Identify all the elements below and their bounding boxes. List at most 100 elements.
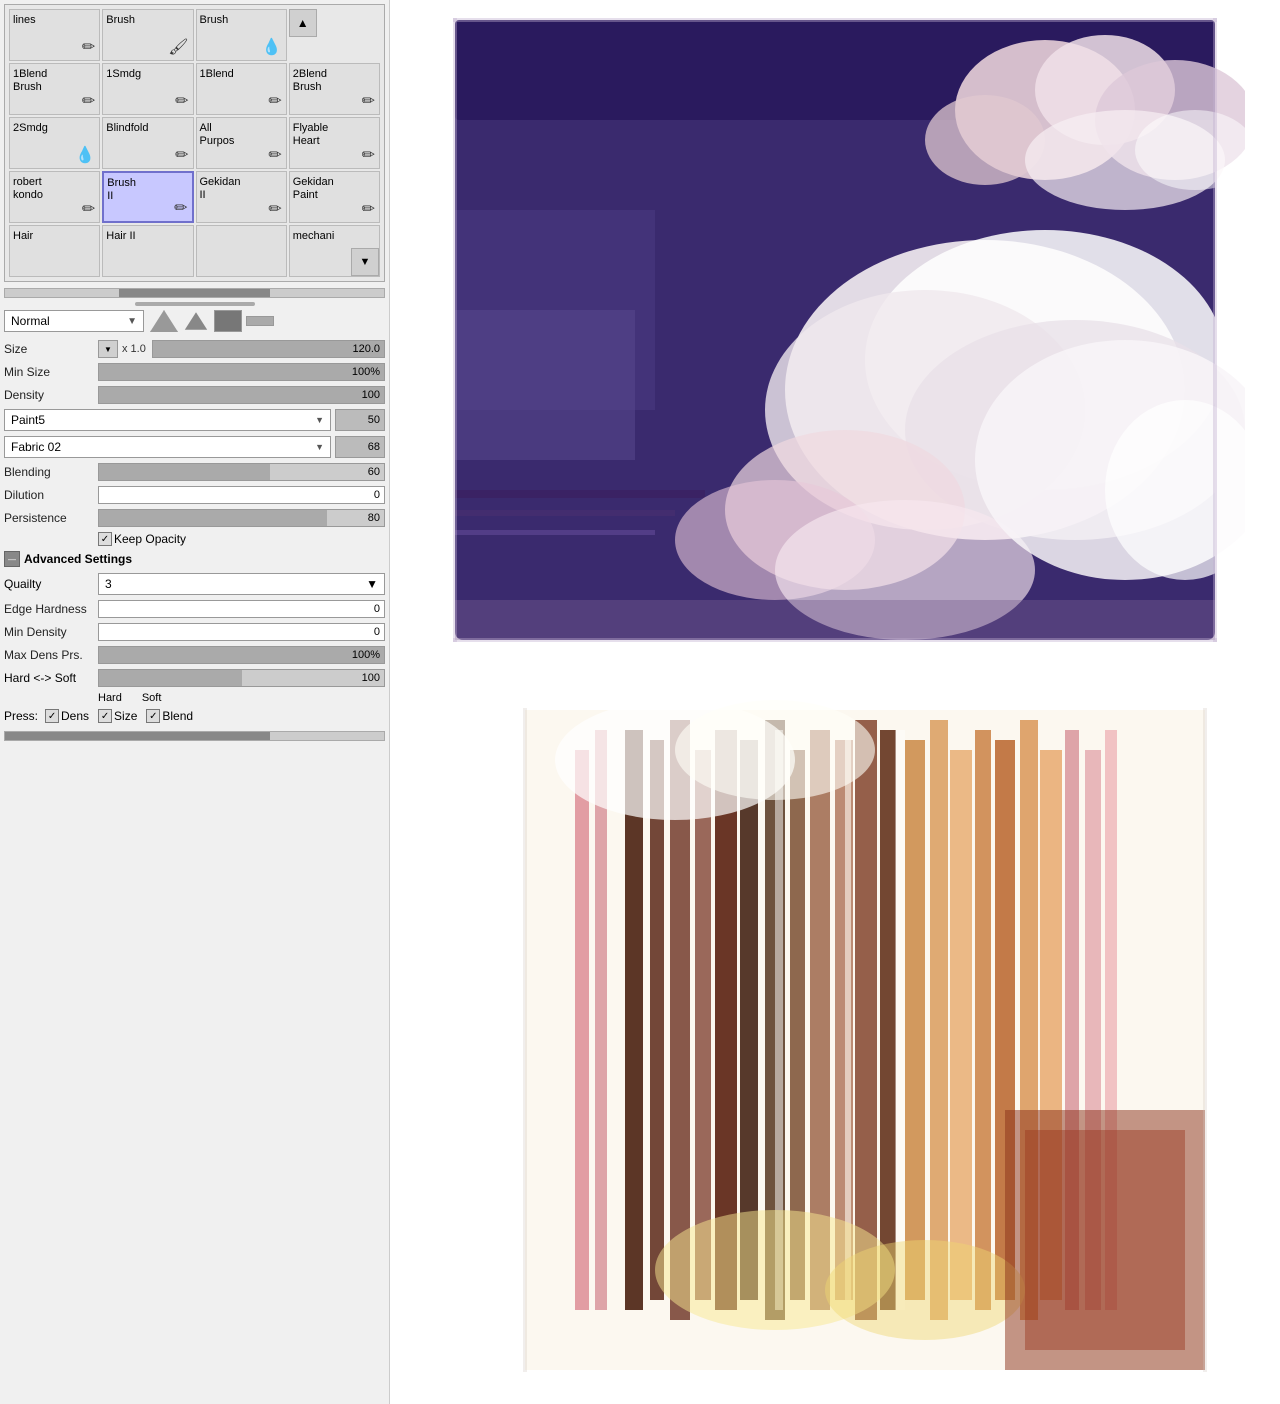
hard-soft-slider[interactable]: 100 <box>98 669 385 687</box>
brush-settings-panel: lines ✏ Brush 🖌 Brush 💧 ▲ 1BlendBrush ✏ … <box>0 0 390 1404</box>
dilution-label: Dilution <box>4 488 94 502</box>
brush-grid-hscrollbar[interactable] <box>4 288 385 298</box>
blending-value: 60 <box>368 466 380 478</box>
brush-item-1blend[interactable]: 1Blend ✏ <box>196 63 287 115</box>
min-size-slider[interactable]: 100% <box>98 363 385 381</box>
panel-hscrollbar[interactable] <box>4 731 385 741</box>
blending-slider[interactable]: 60 <box>98 463 385 481</box>
min-size-row: Min Size 100% <box>4 363 385 381</box>
divider <box>4 302 385 306</box>
brush-icon-robert-kondo: ✏ <box>82 199 95 219</box>
tip-shape-soft[interactable] <box>150 310 178 332</box>
soft-label: Soft <box>142 692 162 704</box>
brush-item-blindfold[interactable]: Blindfold ✏ <box>102 117 193 169</box>
min-density-value: 0 <box>374 626 380 638</box>
dilution-slider[interactable]: 0 <box>98 486 385 504</box>
texture1-arrow: ▼ <box>315 415 324 425</box>
brush-item-robert-kondo[interactable]: robertkondo ✏ <box>9 171 100 223</box>
press-size-label: Size <box>114 709 137 723</box>
brush-icon-gekidan-paint: ✏ <box>362 199 375 219</box>
press-size-check: ✓ <box>98 709 112 723</box>
brush-icon-lines: ✏ <box>82 37 95 57</box>
tip-shape-hard[interactable] <box>214 310 242 332</box>
keep-opacity-label: Keep Opacity <box>114 532 186 546</box>
brush-icon-2blend: ✏ <box>362 91 375 111</box>
texture2-value-box: 68 <box>335 436 385 458</box>
canvas-area <box>390 0 1280 1404</box>
persistence-row: Persistence 80 <box>4 509 385 527</box>
artwork-svg <box>425 10 1245 1390</box>
brush-item-flyable-heart[interactable]: FlyableHeart ✏ <box>289 117 380 169</box>
blend-mode-row: Normal ▼ <box>4 310 385 332</box>
texture1-name: Paint5 <box>11 413 45 427</box>
brush-item-1smdg[interactable]: 1Smdg ✏ <box>102 63 193 115</box>
texture2-arrow: ▼ <box>315 442 324 452</box>
brush-item-gekidan-paint[interactable]: GekidanPaint ✏ <box>289 171 380 223</box>
size-slider[interactable]: 120.0 <box>152 340 385 358</box>
persistence-label: Persistence <box>4 511 94 525</box>
tip-shape-medium[interactable] <box>182 310 210 332</box>
max-dens-prs-row: Max Dens Prs. 100% <box>4 646 385 664</box>
advanced-settings-title: Advanced Settings <box>24 552 132 566</box>
brush-item-hair[interactable]: Hair <box>9 225 100 277</box>
density-value: 100 <box>362 389 380 401</box>
hard-label: Hard <box>98 692 122 704</box>
min-density-slider[interactable]: 0 <box>98 623 385 641</box>
texture1-select[interactable]: Paint5 ▼ <box>4 409 331 431</box>
max-dens-prs-slider[interactable]: 100% <box>98 646 385 664</box>
quality-select[interactable]: 3 ▼ <box>98 573 385 595</box>
brush-item-2blend-brush[interactable]: 2BlendBrush ✏ <box>289 63 380 115</box>
edge-hardness-value: 0 <box>374 603 380 615</box>
advanced-settings-toggle[interactable]: — <box>4 551 20 567</box>
max-dens-prs-value: 100% <box>352 649 380 661</box>
texture2-row: Fabric 02 ▼ 68 <box>4 436 385 458</box>
texture1-value-box: 50 <box>335 409 385 431</box>
density-slider[interactable]: 100 <box>98 386 385 404</box>
keep-opacity-check: ✓ <box>98 532 112 546</box>
brush-grid-wrapper: lines ✏ Brush 🖌 Brush 💧 ▲ 1BlendBrush ✏ … <box>4 4 385 298</box>
edge-hardness-label: Edge Hardness <box>4 602 94 616</box>
hard-soft-labels: Hard Soft <box>98 692 385 704</box>
artwork-canvas[interactable] <box>425 10 1245 1390</box>
max-dens-prs-label: Max Dens Prs. <box>4 648 94 662</box>
brush-item-brush-ii[interactable]: BrushII ✏ <box>102 171 193 223</box>
brush-item-lines[interactable]: lines ✏ <box>9 9 100 61</box>
scroll-up-button[interactable]: ▲ <box>289 9 317 37</box>
brush-icon-gekidan-ii: ✏ <box>268 199 281 219</box>
scroll-down-button[interactable]: ▼ <box>351 248 379 276</box>
brush-item-mechani[interactable]: mechani ▼ <box>289 225 380 277</box>
min-size-value: 100% <box>352 366 380 378</box>
keep-opacity-checkbox[interactable]: ✓ Keep Opacity <box>98 532 186 546</box>
press-dens-checkbox[interactable]: ✓ Dens <box>45 709 89 723</box>
brush-item-hair-ii[interactable]: Hair II <box>102 225 193 277</box>
press-size-checkbox[interactable]: ✓ Size <box>98 709 137 723</box>
edge-hardness-slider[interactable]: 0 <box>98 600 385 618</box>
press-blend-checkbox[interactable]: ✓ Blend <box>146 709 193 723</box>
texture2-select[interactable]: Fabric 02 ▼ <box>4 436 331 458</box>
quality-label: Quailty <box>4 577 94 591</box>
brush-icon-brush1: 🖌 <box>168 37 188 57</box>
press-dens-label: Dens <box>61 709 89 723</box>
texture2-name: Fabric 02 <box>11 440 61 454</box>
persistence-slider[interactable]: 80 <box>98 509 385 527</box>
brush-icon-2smdg: 💧 <box>75 145 95 165</box>
brush-item-brush1[interactable]: Brush 🖌 <box>102 9 193 61</box>
brush-item-gekidan-ii[interactable]: GekidanII ✏ <box>196 171 287 223</box>
blend-mode-select[interactable]: Normal ▼ <box>4 310 144 332</box>
brush-icon-brush2: 💧 <box>262 37 282 57</box>
size-dropdown-button[interactable]: ▼ <box>98 340 118 358</box>
brush-item-1blend-brush[interactable]: 1BlendBrush ✏ <box>9 63 100 115</box>
tip-shape-flat[interactable] <box>246 316 274 326</box>
brush-icon-1smdg: ✏ <box>175 91 188 111</box>
brush-grid: lines ✏ Brush 🖌 Brush 💧 ▲ 1BlendBrush ✏ … <box>4 4 385 282</box>
brush-icon-brush-ii: ✏ <box>174 198 187 218</box>
brush-icon-1blend2: ✏ <box>268 91 281 111</box>
hard-soft-row: Hard <-> Soft 100 <box>4 669 385 687</box>
brush-item-empty[interactable] <box>196 225 287 277</box>
brush-item-2smdg[interactable]: 2Smdg 💧 <box>9 117 100 169</box>
brush-item-brush2[interactable]: Brush 💧 <box>196 9 287 61</box>
brush-item-all-purpose[interactable]: AllPurpos ✏ <box>196 117 287 169</box>
edge-hardness-row: Edge Hardness 0 <box>4 600 385 618</box>
hard-soft-label: Hard <-> Soft <box>4 671 94 685</box>
press-row: Press: ✓ Dens ✓ Size ✓ Blend <box>4 709 385 723</box>
